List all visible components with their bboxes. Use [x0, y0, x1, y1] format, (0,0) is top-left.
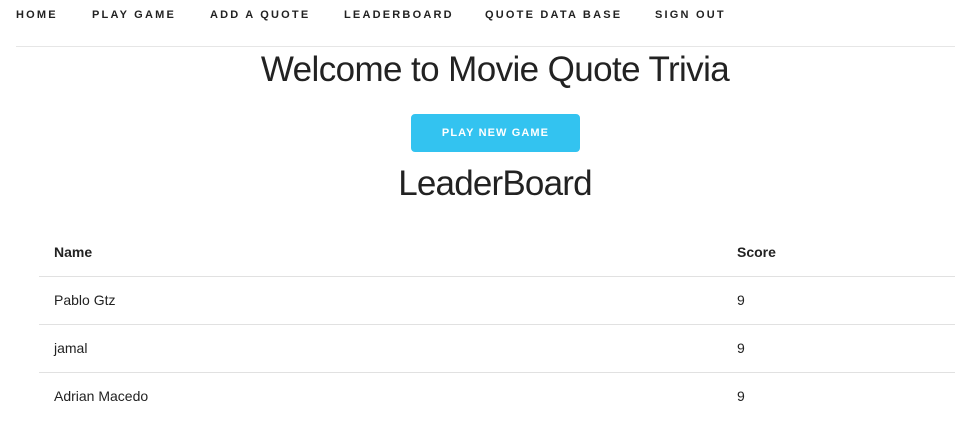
nav-item-add-a-quote[interactable]: ADD A QUOTE — [210, 9, 310, 21]
row-score: 9 — [737, 324, 955, 373]
nav-item-home[interactable]: HOME — [16, 9, 58, 21]
nav-item-leaderboard[interactable]: LEADERBOARD — [344, 9, 454, 21]
table-row: Pablo Gtz 9 — [39, 276, 955, 325]
nav-item-play-game[interactable]: PLAY GAME — [92, 9, 176, 21]
row-name: Adrian Macedo — [54, 388, 149, 405]
top-nav: HOME PLAY GAME ADD A QUOTE LEADERBOARD Q… — [16, 0, 955, 47]
column-header-score: Score — [737, 228, 955, 277]
row-score: 9 — [737, 388, 745, 405]
nav-item-sign-out[interactable]: SIGN OUT — [655, 9, 726, 21]
play-new-game-button[interactable]: PLAY NEW GAME — [411, 114, 580, 152]
table-row: jamal 9 — [39, 324, 955, 373]
table-header-row: Name Score — [39, 228, 955, 277]
table-row: Adrian Macedo 9 — [39, 372, 955, 420]
row-score: 9 — [737, 276, 955, 325]
column-header-name: Name — [39, 228, 737, 277]
row-name: Pablo Gtz — [39, 276, 737, 325]
page-title: Welcome to Movie Quote Trivia — [260, 50, 730, 89]
row-name: jamal — [39, 324, 737, 373]
leaderboard-title: LeaderBoard — [398, 164, 592, 203]
nav-item-quote-data-base[interactable]: QUOTE DATA BASE — [485, 9, 622, 21]
leaderboard-table: Name Score Pablo Gtz 9 jamal 9 Adrian Ma… — [39, 228, 955, 420]
